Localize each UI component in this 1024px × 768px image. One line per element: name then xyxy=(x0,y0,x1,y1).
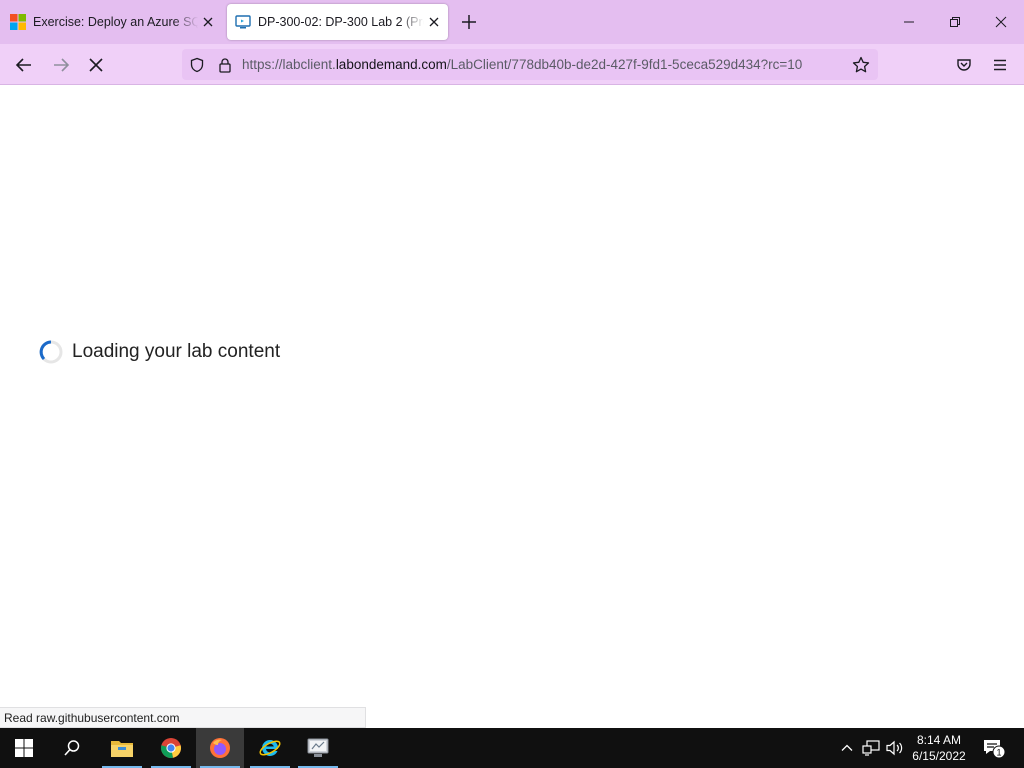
notification-count: 1 xyxy=(996,748,1001,758)
loading-text: Loading your lab content xyxy=(72,341,281,362)
firefox-icon xyxy=(210,738,230,758)
tab-title: DP-300-02: DP-300 Lab 2 (Provision SQL S… xyxy=(258,15,424,29)
address-bar[interactable]: https://labclient.labondemand.com/LabCli… xyxy=(182,49,878,80)
volume-icon xyxy=(886,740,903,756)
tab-strip: Exercise: Deploy an Azure SQL Database -… xyxy=(0,0,1024,44)
search-icon xyxy=(64,740,80,756)
show-hidden-icons-button[interactable] xyxy=(838,728,856,768)
tab-title: Exercise: Deploy an Azure SQL Database -… xyxy=(33,15,198,29)
hamburger-menu-icon xyxy=(994,59,1006,71)
bookmark-star-icon[interactable] xyxy=(852,56,870,74)
chevron-up-icon xyxy=(841,744,853,751)
plus-icon xyxy=(462,15,476,29)
pocket-icon xyxy=(957,59,971,71)
file-explorer-icon xyxy=(111,741,133,757)
taskbar: 8:14 AM 6/15/2022 1 xyxy=(0,728,1024,768)
start-button[interactable] xyxy=(0,728,48,768)
minimize-button[interactable] xyxy=(899,12,919,32)
url-text[interactable]: https://labclient.labondemand.com/LabCli… xyxy=(242,57,832,72)
notification-icon: 1 xyxy=(984,740,1006,759)
back-arrow-icon xyxy=(15,58,31,72)
network-tray-button[interactable] xyxy=(861,728,881,768)
taskbar-server-manager[interactable] xyxy=(294,728,342,768)
search-button[interactable] xyxy=(48,728,96,768)
close-tab-icon[interactable] xyxy=(426,14,442,30)
status-bar: Read raw.githubusercontent.com xyxy=(0,707,366,728)
volume-tray-button[interactable] xyxy=(884,728,906,768)
tab-exercise[interactable]: Exercise: Deploy an Azure SQL Database -… xyxy=(0,4,222,40)
internet-explorer-icon xyxy=(259,739,281,756)
tracking-protection-shield-icon[interactable] xyxy=(188,56,206,74)
server-manager-icon xyxy=(307,738,329,757)
pocket-button[interactable] xyxy=(953,54,975,76)
new-tab-button[interactable] xyxy=(459,12,479,32)
chrome-icon xyxy=(160,738,182,759)
url-domain: labondemand.com xyxy=(335,57,447,72)
lab-monitor-icon xyxy=(235,15,251,29)
clock-time: 8:14 AM xyxy=(916,733,962,747)
back-button[interactable] xyxy=(13,54,35,76)
tab-lab[interactable]: DP-300-02: DP-300 Lab 2 (Provision SQL S… xyxy=(227,4,448,40)
loading-spinner-icon xyxy=(39,340,63,364)
url-path: /LabClient/778db40b-de2d-427f-9fd1-5ceca… xyxy=(446,57,803,72)
close-icon xyxy=(995,16,1007,28)
navigation-toolbar: https://labclient.labondemand.com/LabCli… xyxy=(0,44,1024,85)
network-icon xyxy=(862,740,880,756)
close-window-button[interactable] xyxy=(991,12,1011,32)
taskbar-chrome[interactable] xyxy=(147,728,195,768)
stop-icon xyxy=(89,58,103,72)
minimize-icon xyxy=(904,21,914,23)
page-content: Loading your lab content xyxy=(0,85,1024,728)
start-icon xyxy=(15,739,33,757)
clock-date: 6/15/2022 xyxy=(912,749,966,763)
taskbar-firefox[interactable] xyxy=(196,728,244,768)
restore-button[interactable] xyxy=(945,12,965,32)
microsoft-logo-icon xyxy=(10,14,26,30)
menu-button[interactable] xyxy=(989,54,1011,76)
lock-icon[interactable] xyxy=(216,56,234,74)
forward-button[interactable] xyxy=(50,54,72,76)
taskbar-clock[interactable]: 8:14 AM 6/15/2022 xyxy=(906,732,972,764)
action-center-button[interactable]: 1 xyxy=(980,728,1008,768)
restore-icon xyxy=(950,17,960,27)
forward-arrow-icon xyxy=(54,58,70,72)
url-prefix: https://labclient. xyxy=(242,57,336,72)
taskbar-file-explorer[interactable] xyxy=(98,728,146,768)
stop-loading-button[interactable] xyxy=(85,54,107,76)
loading-indicator: Loading your lab content xyxy=(38,339,280,365)
taskbar-internet-explorer[interactable] xyxy=(246,728,294,768)
close-tab-icon[interactable] xyxy=(200,14,216,30)
